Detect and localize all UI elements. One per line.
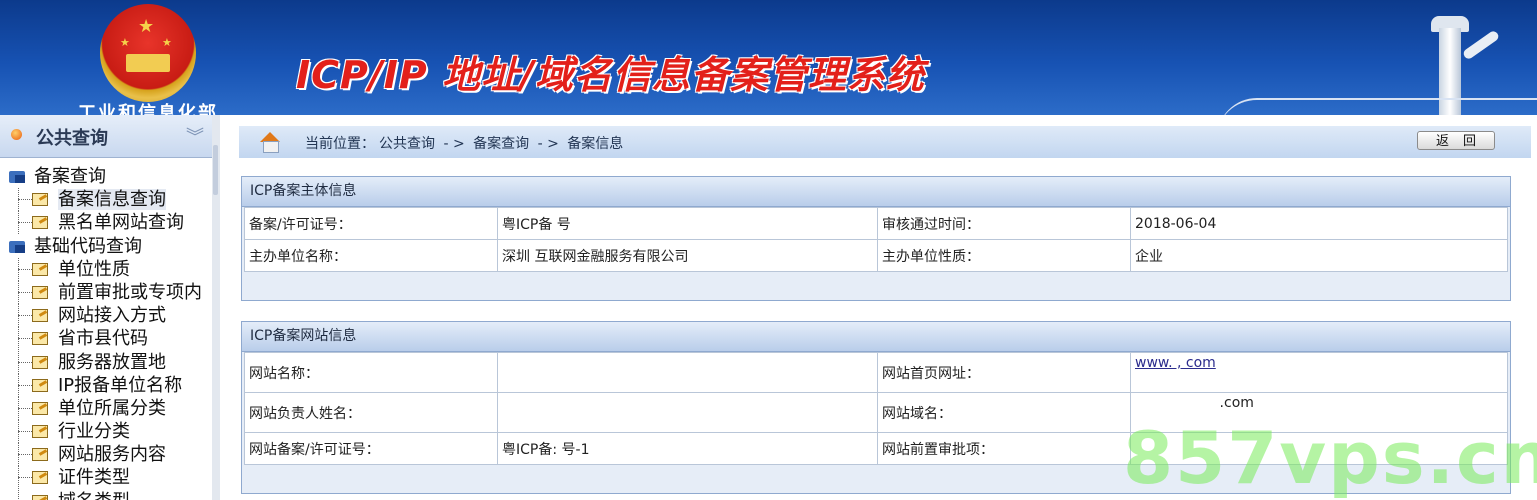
back-button[interactable]: 返回 <box>1417 131 1495 150</box>
breadcrumb-item-record-query[interactable]: 备案查询 <box>473 136 529 152</box>
folder-group-icon <box>9 240 25 253</box>
field-value: 粤ICP备: 号-1 <box>497 432 878 465</box>
tree-item[interactable]: 前置审批或专项内 <box>0 280 212 304</box>
document-edit-icon <box>32 378 48 392</box>
document-edit-icon <box>32 216 48 230</box>
table-row: 备案/许可证号： 粤ICP备 号 审核通过时间： 2018-06-04 <box>244 207 1508 240</box>
sidebar: 公共查询 ︾ 备案查询 备案信息查询 黑名单网站查询 基础代码查询 单位性质 前置审批或专… <box>0 115 213 500</box>
document-edit-icon <box>32 425 48 439</box>
document-edit-icon <box>32 448 48 462</box>
field-label: 主办单位名称： <box>244 239 498 272</box>
field-label: 备案/许可证号： <box>244 207 498 240</box>
tree-item-label: 域名类型 <box>58 491 130 500</box>
field-label: 网站域名： <box>877 392 1131 433</box>
tree-item-label: 备案信息查询 <box>58 189 166 211</box>
field-value: 粤ICP备 号 <box>497 207 878 240</box>
tree-item-label: 证件类型 <box>58 467 130 489</box>
document-edit-icon <box>32 471 48 485</box>
tree-item[interactable]: 省市县代码 <box>0 327 212 351</box>
document-edit-icon <box>32 285 48 299</box>
breadcrumb-separator: - > <box>537 136 559 152</box>
document-edit-icon <box>32 262 48 276</box>
orange-dot-icon <box>11 129 22 140</box>
tree-item[interactable]: 证件类型 <box>0 466 212 490</box>
breadcrumb-separator: - > <box>443 136 465 152</box>
tree-item-label: 备案查询 <box>34 166 106 187</box>
tree-item[interactable]: 网站接入方式 <box>0 304 212 328</box>
tree-item-label: 前置审批或专项内 <box>58 281 202 303</box>
document-edit-icon <box>32 309 48 323</box>
tree-item[interactable]: IP报备单位名称 <box>0 373 212 397</box>
table-row: 网站名称： 网站首页网址： www. , com <box>244 352 1508 393</box>
tree-group[interactable]: 基础代码查询 <box>0 235 212 258</box>
field-value: 企业 <box>1130 239 1508 272</box>
tree-item-label: 黑名单网站查询 <box>58 212 184 234</box>
ministry-name: 工业和信息化部 <box>78 103 218 116</box>
field-value: 深圳 互联网金融服务有限公司 <box>497 239 878 272</box>
tree-item-label: 网站接入方式 <box>58 305 166 327</box>
field-value: 2018-06-04 <box>1130 207 1508 240</box>
tree-item[interactable]: 单位性质 <box>0 257 212 281</box>
tree-item[interactable]: 行业分类 <box>0 420 212 444</box>
home-icon[interactable] <box>259 131 281 153</box>
subject-table: 备案/许可证号： 粤ICP备 号 审核通过时间： 2018-06-04 主办单位… <box>244 207 1508 272</box>
tree-item-label: 服务器放置地 <box>58 351 166 373</box>
field-label: 主办单位性质： <box>877 239 1131 272</box>
tree-item[interactable]: 网站服务内容 <box>0 443 212 467</box>
document-edit-icon <box>32 494 48 500</box>
folder-group-icon <box>9 171 25 183</box>
document-edit-icon <box>32 193 48 207</box>
sidebar-title: 公共查询 <box>36 128 108 149</box>
tree-item-label: 省市县代码 <box>58 328 148 350</box>
tree-item-label: 单位性质 <box>58 258 130 280</box>
collapse-chevron-icon[interactable]: ︾ <box>186 123 204 149</box>
tree-item[interactable]: 单位所属分类 <box>0 396 212 420</box>
tree-item[interactable]: 备案信息查询 <box>0 188 212 212</box>
tree-item-label: IP报备单位名称 <box>58 374 183 396</box>
tree-item-label: 网站服务内容 <box>58 444 166 466</box>
document-edit-icon <box>32 355 48 369</box>
document-edit-icon <box>32 401 48 415</box>
field-label: 网站负责人姓名： <box>244 392 498 433</box>
decorative-arc <box>1217 98 1537 115</box>
homepage-url-link[interactable]: www. , com <box>1135 355 1216 371</box>
navigation-tree: 备案查询 备案信息查询 黑名单网站查询 基础代码查询 单位性质 前置审批或专项内 网站接入方… <box>0 165 212 500</box>
tree-item[interactable]: 域名类型 <box>0 489 212 500</box>
tree-item[interactable]: 服务器放置地 <box>0 350 212 374</box>
field-label: 网站前置审批项： <box>877 432 1131 465</box>
breadcrumb-prefix: 当前位置： <box>305 136 375 152</box>
national-emblem-icon: ★ ★ ★ <box>100 4 196 102</box>
header-banner: ★ ★ ★ 工业和信息化部 ICP/IP 地址/域名信息备案管理系统 <box>0 0 1537 115</box>
field-label: 网站备案/许可证号： <box>244 432 498 465</box>
field-label: 网站首页网址： <box>877 352 1131 393</box>
tree-item-label: 行业分类 <box>58 421 130 443</box>
icp-subject-panel: ICP备案主体信息 备案/许可证号： 粤ICP备 号 审核通过时间： 2018-… <box>241 176 1511 301</box>
table-row: 主办单位名称： 深圳 互联网金融服务有限公司 主办单位性质： 企业 <box>244 239 1508 272</box>
breadcrumb-item-record-info: 备案信息 <box>567 136 624 152</box>
breadcrumb: 当前位置： 公共查询 - > 备案查询 - > 备案信息 <box>239 126 1531 158</box>
watermark: 857vps.cn <box>1123 416 1537 500</box>
field-label: 网站名称： <box>244 352 498 393</box>
sidebar-header[interactable]: 公共查询 ︾ <box>0 115 212 158</box>
system-title: ICP/IP 地址/域名信息备案管理系统 <box>296 53 925 97</box>
field-value <box>497 392 878 433</box>
field-value <box>497 352 878 393</box>
breadcrumb-item-public-query[interactable]: 公共查询 <box>379 136 435 152</box>
sidebar-splitter[interactable] <box>212 115 220 500</box>
document-edit-icon <box>32 332 48 346</box>
tree-item-label: 基础代码查询 <box>34 235 142 257</box>
tree-item-label: 单位所属分类 <box>58 397 166 419</box>
tree-group[interactable]: 备案查询 <box>0 165 212 188</box>
field-label: 审核通过时间： <box>877 207 1131 240</box>
tree-item[interactable]: 黑名单网站查询 <box>0 211 212 235</box>
panel-title: ICP备案主体信息 <box>242 177 1510 207</box>
panel-title: ICP备案网站信息 <box>242 322 1510 352</box>
